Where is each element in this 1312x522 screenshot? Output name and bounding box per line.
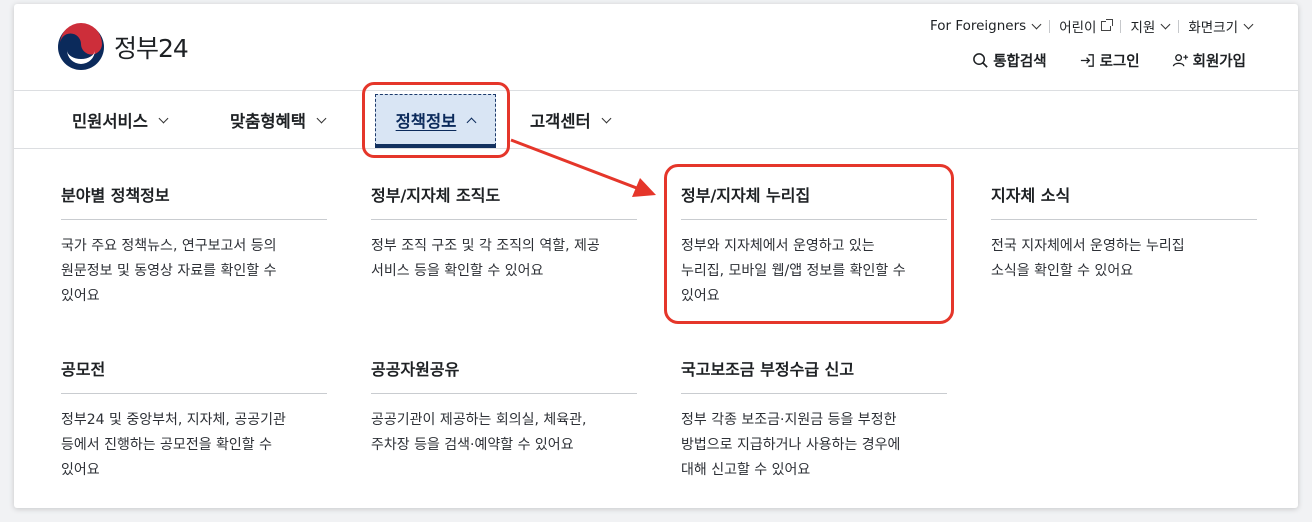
external-link-icon bbox=[1101, 19, 1114, 31]
menu-card[interactable]: 공모전 정부24 및 중앙부처, 지자체, 공공기관 등에서 진행하는 공모전을… bbox=[61, 356, 327, 483]
chevron-down-icon bbox=[316, 113, 327, 123]
util-link-kids[interactable]: 어린이 bbox=[1059, 16, 1114, 36]
util-link-screen-size[interactable]: 화면크기 bbox=[1188, 16, 1254, 36]
chevron-down-icon bbox=[1243, 19, 1254, 29]
util-link-foreigners[interactable]: For Foreigners bbox=[930, 18, 1042, 34]
card-title: 분야별 정책정보 bbox=[61, 182, 327, 220]
chevron-down-icon bbox=[1031, 19, 1042, 29]
signup-button[interactable]: 회원가입 bbox=[1172, 50, 1246, 71]
menu-card[interactable]: 정부/지자체 조직도 정부 조직 구조 및 각 조직의 역할, 제공 서비스 등… bbox=[371, 182, 637, 284]
card-description: 정부 각종 보조금·지원금 등을 부정한 방법으로 지급하거나 사용하는 경우에… bbox=[681, 412, 901, 478]
login-button[interactable]: 로그인 bbox=[1079, 50, 1140, 71]
card-description: 정부24 및 중앙부처, 지자체, 공공기관 등에서 진행하는 공모전을 확인할… bbox=[61, 412, 286, 478]
chevron-down-icon bbox=[158, 113, 169, 123]
card-description: 공공기관이 제공하는 회의실, 체육관, 주차장 등을 검색·예약할 수 있어요 bbox=[371, 412, 587, 453]
menu-card[interactable]: 분야별 정책정보 국가 주요 정책뉴스, 연구보고서 등의 원문정보 및 동영상… bbox=[61, 182, 327, 309]
card-description: 정부 조직 구조 및 각 조직의 역할, 제공 서비스 등을 확인할 수 있어요 bbox=[371, 238, 600, 279]
card-description: 전국 지자체에서 운영하는 누리집 소식을 확인할 수 있어요 bbox=[991, 238, 1185, 279]
divider bbox=[1049, 19, 1051, 33]
site-logo[interactable]: 정부24 bbox=[56, 22, 189, 72]
card-title: 국고보조금 부정수급 신고 bbox=[681, 356, 947, 394]
card-description: 국가 주요 정책뉴스, 연구보고서 등의 원문정보 및 동영상 자료를 확인할 … bbox=[61, 238, 277, 304]
taegeuk-logo-icon bbox=[58, 23, 104, 70]
nav-bottom-border bbox=[14, 148, 1298, 149]
search-button[interactable]: 통합검색 bbox=[972, 50, 1047, 71]
highlight-box-nav bbox=[362, 82, 510, 158]
menu-card[interactable]: 공공자원공유 공공기관이 제공하는 회의실, 체육관, 주차장 등을 검색·예약… bbox=[371, 356, 637, 458]
nav-item-customer-center[interactable]: 고객센터 bbox=[530, 108, 612, 132]
divider bbox=[1120, 19, 1122, 33]
nav-top-border bbox=[14, 90, 1298, 91]
menu-card[interactable]: 지자체 소식 전국 지자체에서 운영하는 누리집 소식을 확인할 수 있어요 bbox=[991, 182, 1257, 284]
util-link-support[interactable]: 지원 bbox=[1130, 16, 1171, 36]
nav-item-custom-benefits[interactable]: 맞춤형혜택 bbox=[230, 108, 327, 132]
card-title: 정부/지자체 조직도 bbox=[371, 182, 637, 220]
menu-card[interactable]: 국고보조금 부정수급 신고 정부 각종 보조금·지원금 등을 부정한 방법으로 … bbox=[681, 356, 947, 483]
browser-frame: 정부24 For Foreigners 어린이 지원 화면크기 통합검색 로그인… bbox=[14, 4, 1298, 508]
header-actions: 통합검색 로그인 회원가입 bbox=[940, 50, 1246, 71]
nav-item-civil-service[interactable]: 민원서비스 bbox=[72, 108, 169, 132]
highlight-box-card bbox=[664, 164, 954, 324]
card-title: 공모전 bbox=[61, 356, 327, 394]
logo-text: 정부24 bbox=[114, 34, 189, 63]
login-icon bbox=[1080, 54, 1094, 67]
card-title: 공공자원공유 bbox=[371, 356, 637, 394]
chevron-down-icon bbox=[601, 113, 612, 123]
divider bbox=[1178, 19, 1180, 33]
utility-links: For Foreigners 어린이 지원 화면크기 bbox=[930, 16, 1254, 36]
search-icon bbox=[973, 53, 988, 68]
add-user-icon bbox=[1172, 54, 1188, 67]
chevron-down-icon bbox=[1160, 19, 1171, 29]
card-title: 지자체 소식 bbox=[991, 182, 1257, 220]
